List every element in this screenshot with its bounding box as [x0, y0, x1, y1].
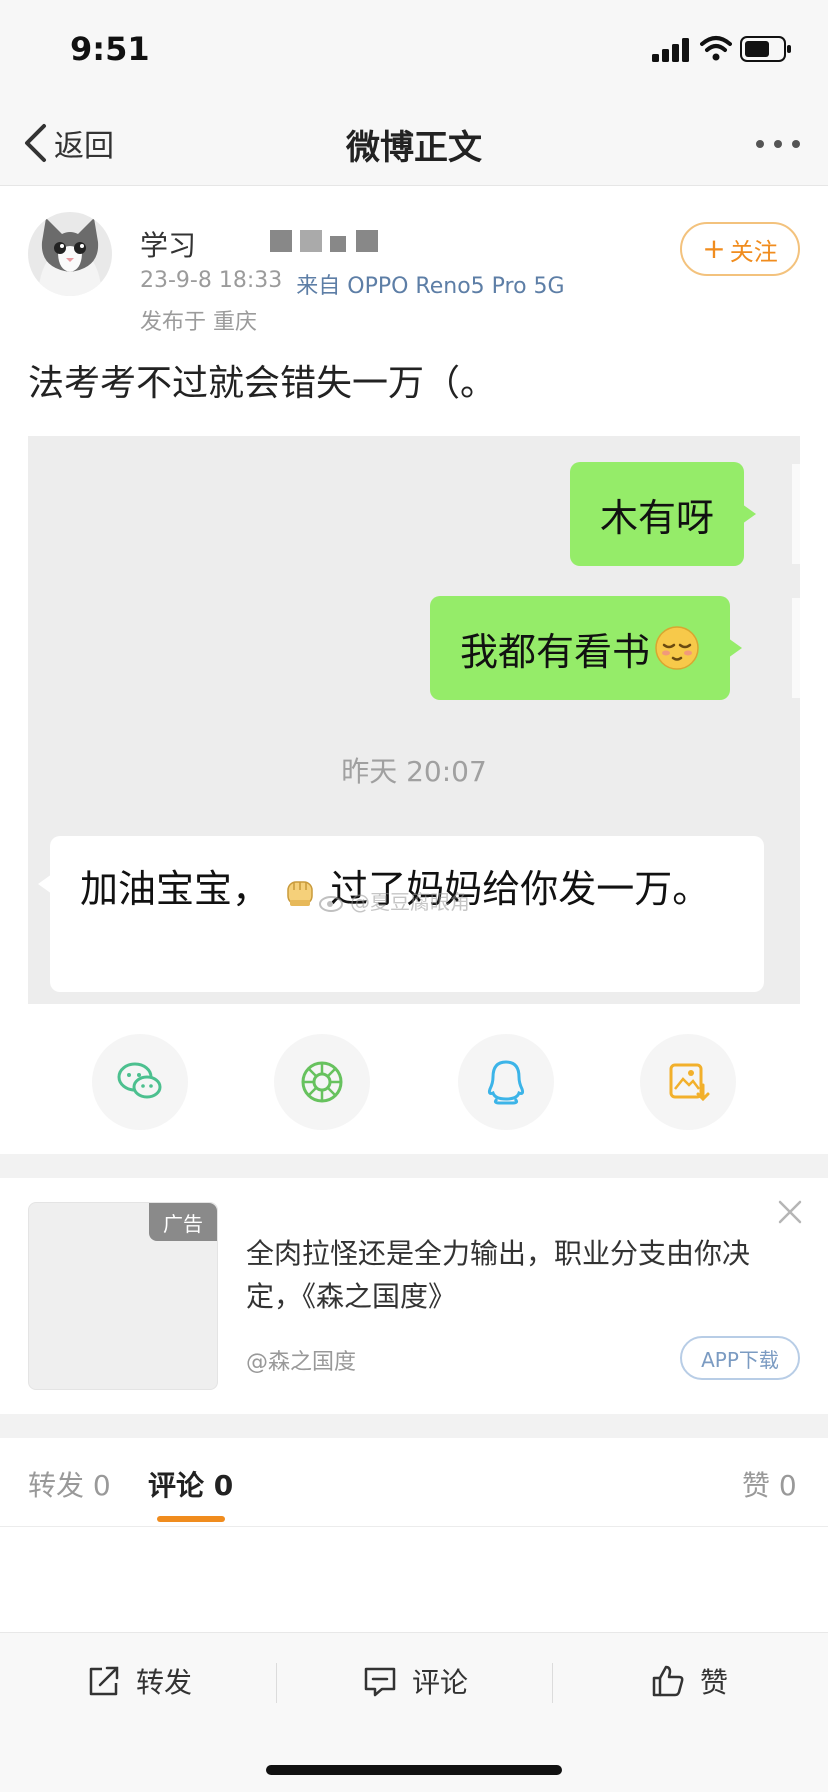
- share-wechat-button[interactable]: [92, 1034, 188, 1130]
- tab-like[interactable]: 赞 0: [742, 1464, 797, 1504]
- watermark: @夏豆腐眼角: [318, 886, 470, 915]
- share-arrow-icon: [89, 1666, 119, 1696]
- plus-icon: +: [702, 232, 726, 265]
- chat-message: 加油宝宝，: [80, 867, 271, 911]
- wechat-icon: [117, 1062, 162, 1099]
- signal-icon: [652, 38, 689, 62]
- chat-message: 木有呀: [600, 495, 715, 540]
- chevron-left-icon: [25, 124, 46, 162]
- bottom-action-bar: 转发 评论 赞: [0, 1632, 828, 1792]
- sleepy-face-emoji-icon: [655, 626, 699, 670]
- tab-divider: [0, 1526, 828, 1527]
- section-divider: [0, 1414, 828, 1438]
- back-label: 返回: [54, 129, 114, 164]
- nav-bar: 微博正文 返回: [0, 100, 828, 186]
- chat-message: 我都有看书: [460, 629, 651, 674]
- tab-repost[interactable]: 转发 0: [28, 1464, 111, 1504]
- battery-icon: [740, 36, 791, 62]
- watermark-text: @夏豆腐眼角: [350, 890, 470, 914]
- more-icon[interactable]: [754, 138, 802, 150]
- wifi-icon: [700, 36, 732, 61]
- censor-block: [300, 230, 322, 252]
- chat-screenshot[interactable]: 木有呀 我都有看书 昨天 20:07 加油宝宝， 过了妈妈给你发一万。 @夏豆腐…: [28, 436, 800, 1004]
- thumbs-up-icon: [652, 1665, 684, 1697]
- censor-block: [330, 236, 346, 252]
- follow-label: 关注: [729, 237, 778, 266]
- app-download-button[interactable]: APP下载: [680, 1336, 800, 1380]
- post-date: 23-9-8 18:33: [140, 268, 283, 293]
- section-divider: [0, 1154, 828, 1178]
- page-title: 微博正文: [346, 128, 482, 168]
- ad-author[interactable]: @森之国度: [246, 1344, 356, 1376]
- comment-icon: [364, 1667, 396, 1697]
- tab-active-indicator: [157, 1516, 225, 1522]
- save-image-icon: [669, 1063, 710, 1102]
- separator: [552, 1663, 553, 1703]
- fist-emoji-icon: [287, 880, 313, 906]
- comment-label: 评论: [412, 1666, 469, 1699]
- censor-block: [356, 230, 378, 252]
- qq-icon: [487, 1060, 525, 1105]
- chat-bubble-sent: 我都有看书: [430, 596, 743, 700]
- ad-badge: 广告: [149, 1203, 217, 1241]
- home-indicator: [266, 1765, 562, 1775]
- tab-comment[interactable]: 评论 0: [148, 1464, 233, 1504]
- comment-button[interactable]: 评论: [362, 1661, 468, 1701]
- back-button[interactable]: 返回: [22, 118, 114, 168]
- ad-title[interactable]: 全肉拉怪还是全力输出，职业分支由你决定，《森之国度》: [246, 1232, 806, 1319]
- close-icon[interactable]: [776, 1198, 804, 1226]
- like-button[interactable]: 赞: [650, 1661, 728, 1701]
- repost-label: 转发: [136, 1666, 193, 1699]
- save-image-button[interactable]: [640, 1034, 736, 1130]
- chat-time: 昨天 20:07: [341, 755, 487, 788]
- ad-image[interactable]: 广告: [28, 1202, 218, 1390]
- chat-bubble-sent: 木有呀: [570, 462, 757, 566]
- share-qq-button[interactable]: [458, 1034, 554, 1130]
- status-bar: 9:51: [0, 0, 828, 100]
- post-meta: 23-9-8 18:33 来自 OPPO Reno5 Pro 5G: [140, 268, 565, 300]
- censor-block: [270, 230, 292, 252]
- repost-button[interactable]: 转发: [86, 1661, 192, 1701]
- follow-button[interactable]: + 关注: [680, 222, 800, 276]
- separator: [276, 1663, 277, 1703]
- weibo-logo-icon: [319, 895, 343, 912]
- author-name[interactable]: 学习: [140, 224, 196, 264]
- status-time: 9:51: [70, 30, 150, 68]
- chat-avatar: [792, 464, 800, 564]
- share-moments-button[interactable]: [274, 1034, 370, 1130]
- like-label: 赞: [700, 1666, 729, 1699]
- post-location: 发布于 重庆: [140, 310, 257, 335]
- chat-avatar: [792, 598, 800, 698]
- post-source: 来自 OPPO Reno5 Pro 5G: [296, 274, 565, 299]
- moments-icon: [301, 1061, 343, 1103]
- post-text: 法考考不过就会错失一万（。: [28, 363, 497, 404]
- avatar[interactable]: [28, 212, 112, 296]
